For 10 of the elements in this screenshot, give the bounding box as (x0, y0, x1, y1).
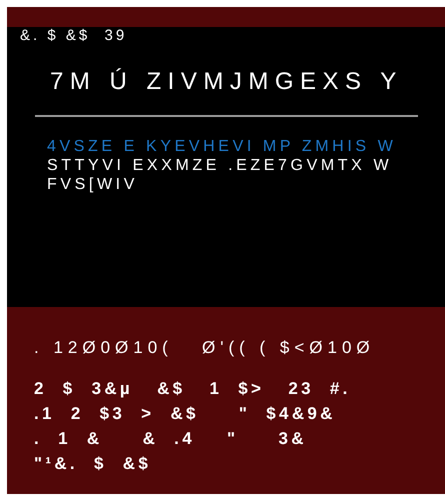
footer-text: . 1 & & .4 " 3& (34, 428, 307, 450)
notice-text: FVS[WIV (47, 175, 138, 194)
notice-link[interactable]: 4VSZE E KYEVHEVI MP ZMHIS W (47, 137, 396, 156)
footer-heading: . 12Ø0Ø10( Ø'(( ( $<Ø10Ø (34, 337, 375, 359)
page-title: 7M Ú ZIVMJMGEXS Y (50, 67, 403, 97)
footer-text: 2 $ 3&µ &$ 1 $> 23 #. (34, 378, 351, 400)
footer-text: "¹&. $ &$ (34, 453, 152, 475)
notice-text: STTYVI EXXMZE .EZE7GVMTX W (47, 156, 392, 175)
footer-text: .1 2 $3 > &$ " $4&9& (34, 403, 336, 425)
header-label: &. $ &$ 39 (19, 27, 128, 45)
